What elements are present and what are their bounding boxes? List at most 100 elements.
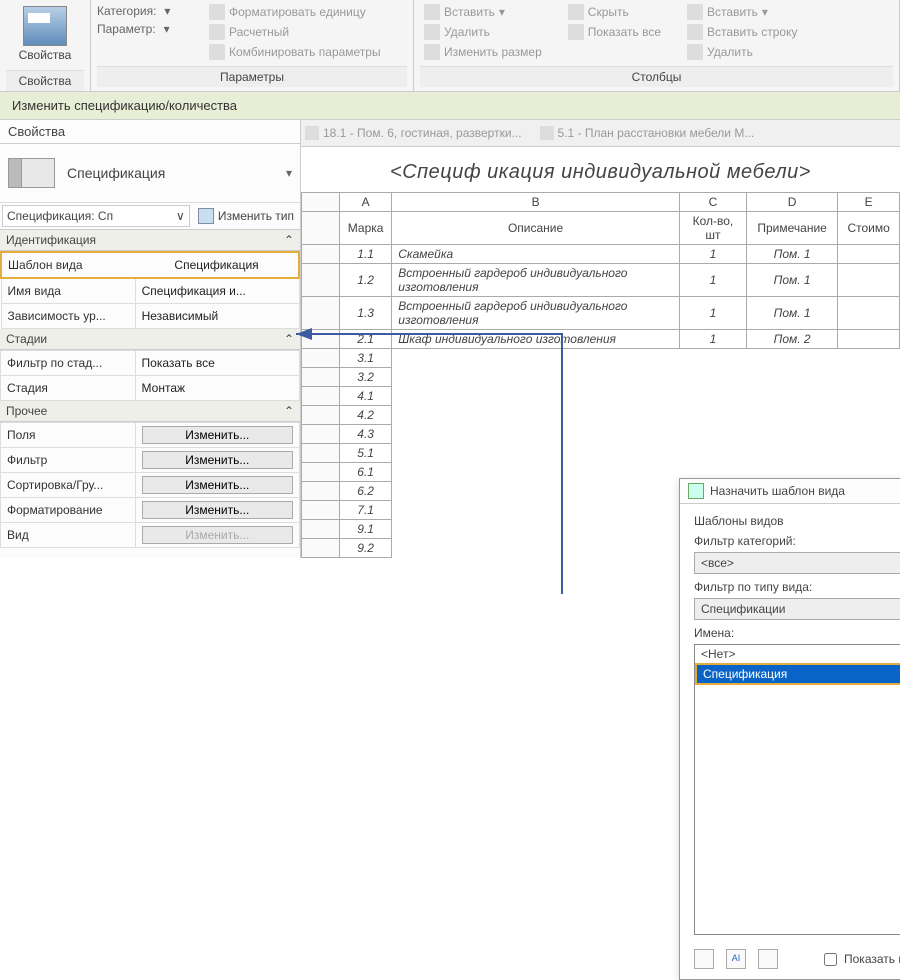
instance-selector[interactable]: Спецификация: Сп ∨ (2, 205, 190, 227)
property-grid: Шаблон видаСпецификация Имя видаСпецифик… (0, 251, 300, 329)
names-listbox[interactable]: <Нет> Спецификация (694, 644, 900, 935)
collapse-icon: ⌃ (284, 404, 294, 418)
table-row[interactable]: 3.2 (302, 368, 900, 387)
chevron-down-icon: ▾ (286, 166, 292, 180)
prop-row-viewname[interactable]: Имя видаСпецификация и... (1, 278, 299, 304)
calculated-icon (209, 24, 225, 40)
combine-params-icon (209, 44, 225, 60)
table-row[interactable]: 1.2Встроенный гардероб индивидуального и… (302, 264, 900, 297)
dialog-icon (688, 483, 704, 499)
resize-icon (424, 44, 440, 60)
row-insert-button[interactable]: Вставить▾ (683, 2, 801, 22)
templates-group-label: Шаблоны видов (694, 514, 900, 528)
edit-button[interactable]: Изменить... (142, 451, 293, 469)
header-row: Марка Описание Кол-во, шт Примечание Сто… (302, 212, 900, 245)
showall-icon (568, 24, 584, 40)
catfilter-label: Фильтр категорий: (694, 534, 900, 548)
ribbon-panel-parameters: Категория:▾ Параметр:▾ Форматировать еди… (91, 0, 414, 91)
section-identification[interactable]: Идентификация⌃ (0, 230, 300, 251)
table-row[interactable]: 3.1 (302, 349, 900, 368)
tab[interactable]: 5.1 - План расстановки мебели М... (540, 126, 755, 141)
prop-row-fields[interactable]: ПоляИзменить... (1, 423, 300, 448)
prop-row-filter[interactable]: ФильтрИзменить... (1, 448, 300, 473)
collapse-icon: ⌃ (284, 233, 294, 247)
prop-row-sorting[interactable]: Сортировка/Гру...Изменить... (1, 473, 300, 498)
prop-row-view: ВидИзменить... (1, 523, 300, 548)
parameter-dropdown[interactable]: Параметр:▾ (97, 20, 197, 38)
column-letter-row: A B C D E (302, 193, 900, 212)
edit-button[interactable]: Изменить... (142, 501, 293, 519)
catfilter-select[interactable]: <все>∨ (694, 552, 900, 574)
ribbon-group-label: Столбцы (420, 66, 893, 87)
tab[interactable]: 18.1 - Пом. 6, гостиная, развертки... (305, 126, 522, 141)
list-item[interactable]: <Нет> (695, 645, 900, 663)
edit-type-button[interactable]: Изменить тип (192, 203, 300, 229)
typefilter-label: Фильтр по типу вида: (694, 580, 900, 594)
combine-params-button[interactable]: Комбинировать параметры (205, 42, 385, 62)
view-tabs: 18.1 - Пом. 6, гостиная, развертки... 5.… (301, 120, 900, 147)
edit-button[interactable]: Изменить... (142, 476, 293, 494)
delete-icon[interactable] (758, 949, 778, 969)
insert-icon (424, 4, 440, 20)
type-label: Спецификация (67, 165, 165, 181)
rename-icon[interactable]: AI (726, 949, 746, 969)
properties-button[interactable]: Свойства (6, 2, 84, 66)
format-unit-button[interactable]: Форматировать единицу (205, 2, 385, 22)
ribbon: Свойства Свойства Категория:▾ Параметр:▾… (0, 0, 900, 92)
schedule-title: <Специф икация индивидуальной мебели> (301, 147, 900, 192)
typefilter-select[interactable]: Спецификации∨ (694, 598, 900, 620)
view-icon (305, 126, 319, 140)
category-dropdown[interactable]: Категория:▾ (97, 2, 197, 20)
edit-button[interactable]: Изменить... (142, 426, 293, 444)
table-row[interactable]: 1.1Скамейка1Пом. 1 (302, 245, 900, 264)
col-hide-button[interactable]: Скрыть (564, 2, 665, 22)
col-showall-button[interactable]: Показать все (564, 22, 665, 42)
properties-palette: Свойства Спецификация ▾ Спецификация: Сп… (0, 120, 301, 558)
hide-icon (568, 4, 584, 20)
section-other[interactable]: Прочее⌃ (0, 401, 300, 422)
properties-title: Свойства (0, 120, 300, 144)
table-row[interactable]: 4.1 (302, 387, 900, 406)
col-insert-button[interactable]: Вставить▾ (420, 2, 546, 22)
section-stages[interactable]: Стадии⌃ (0, 329, 300, 350)
ribbon-panel-columns: Вставить▾ Удалить Изменить размер Скрыть… (414, 0, 900, 91)
chevron-down-icon: ▾ (160, 4, 174, 18)
names-label: Имена: (694, 626, 900, 640)
dialog-left-pane: Шаблоны видов Фильтр категорий: <все>∨ Ф… (694, 514, 900, 969)
row-delete-button[interactable]: Удалить (683, 42, 801, 62)
type-selector[interactable]: Спецификация ▾ (0, 144, 300, 203)
list-item-selected[interactable]: Спецификация (695, 663, 900, 685)
edit-button-disabled: Изменить... (142, 526, 293, 544)
collapse-icon: ⌃ (284, 332, 294, 346)
chevron-down-icon: ∨ (176, 209, 185, 223)
row-insertrow-button[interactable]: Вставить строку (683, 22, 801, 42)
prop-row-stagefilter[interactable]: Фильтр по стад...Показать все (1, 351, 300, 376)
properties-label: Свойства (19, 48, 72, 62)
insert-icon (687, 4, 703, 20)
calculated-button[interactable]: Расчетный (205, 22, 385, 42)
schedule-icon (8, 158, 55, 188)
prop-row-formatting[interactable]: ФорматированиеИзменить... (1, 498, 300, 523)
assign-view-template-dialog: Назначить шаблон вида Шаблоны видов Филь… (679, 478, 900, 980)
format-unit-icon (209, 4, 225, 20)
dialog-toolbar: AI Показать виды (694, 943, 900, 969)
prop-row-stage[interactable]: СтадияМонтаж (1, 376, 300, 401)
duplicate-icon[interactable] (694, 949, 714, 969)
edit-type-icon (198, 208, 214, 224)
table-row[interactable]: 2.1Шкаф индивидуального изготовления1Пом… (302, 330, 900, 349)
table-row[interactable]: 5.1 (302, 444, 900, 463)
properties-icon (23, 6, 67, 46)
prop-row-template[interactable]: Шаблон видаСпецификация (1, 252, 299, 278)
table-row[interactable]: 4.3 (302, 425, 900, 444)
ribbon-group-label: Параметры (97, 66, 407, 87)
view-icon (540, 126, 554, 140)
context-bar: Изменить спецификацию/количества (0, 92, 900, 120)
dialog-titlebar[interactable]: Назначить шаблон вида (680, 479, 900, 504)
delete-icon (424, 24, 440, 40)
table-row[interactable]: 4.2 (302, 406, 900, 425)
col-resize-button[interactable]: Изменить размер (420, 42, 546, 62)
show-views-checkbox[interactable]: Показать виды (820, 950, 900, 969)
col-delete-button[interactable]: Удалить (420, 22, 546, 42)
table-row[interactable]: 1.3Встроенный гардероб индивидуального и… (302, 297, 900, 330)
ribbon-panel-properties: Свойства Свойства (0, 0, 91, 91)
